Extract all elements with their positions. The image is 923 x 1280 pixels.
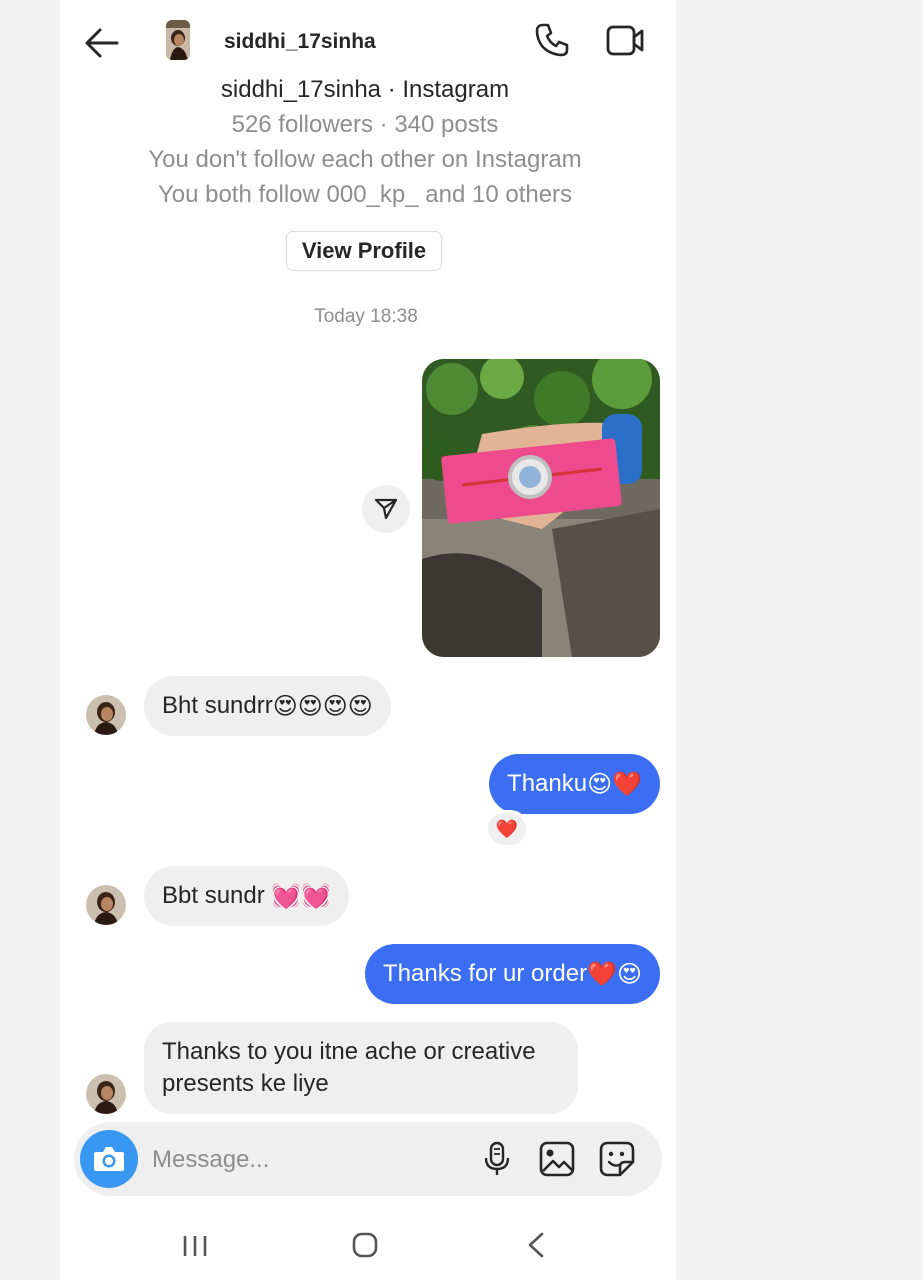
nav-back-icon[interactable] <box>524 1230 548 1260</box>
send-icon <box>374 498 398 520</box>
chat-header: siddhi_17sinha <box>60 0 676 80</box>
profile-stats: 526 followers · 340 posts <box>231 111 499 138</box>
sender-avatar[interactable] <box>86 885 126 925</box>
message-input[interactable] <box>150 1142 454 1178</box>
mutual-followers: You both follow 000_kp_ and 10 others <box>157 181 573 208</box>
follow-status: You don't follow each other on Instagram <box>148 146 582 173</box>
emoji-group: 😍😍😍😍 <box>272 692 373 720</box>
sender-avatar[interactable] <box>86 1074 126 1114</box>
view-profile-button[interactable]: View Profile <box>286 231 442 271</box>
message-bubble-outgoing[interactable]: Thanku😍❤️ <box>489 754 660 814</box>
microphone-icon[interactable] <box>480 1140 514 1178</box>
message-timestamp: Today 18:38 <box>314 306 418 327</box>
back-arrow-icon[interactable] <box>84 26 120 60</box>
emoji-group: 😍❤️ <box>587 770 642 798</box>
system-navigation-bar <box>60 1210 676 1280</box>
message-bubble-incoming[interactable]: Thanks to you itne ache or creative pres… <box>144 1022 578 1114</box>
avatar[interactable] <box>166 20 190 60</box>
message-text: Thanks for ur order <box>383 960 588 987</box>
emoji-group: 💓💓 <box>271 882 332 910</box>
shared-photo[interactable] <box>422 359 660 657</box>
header-username[interactable]: siddhi_17sinha <box>224 30 376 54</box>
message-bubble-outgoing[interactable]: Thanks for ur order❤️😍 <box>365 944 660 1004</box>
video-camera-icon[interactable] <box>605 23 645 59</box>
camera-icon <box>94 1147 124 1171</box>
share-button[interactable] <box>362 485 410 533</box>
recent-apps-icon[interactable] <box>180 1232 210 1260</box>
message-text: Bht sundrr <box>162 692 273 719</box>
message-bubble-incoming[interactable]: Bbt sundr 💓💓 <box>144 866 350 926</box>
message-text: Thanku <box>507 770 588 797</box>
message-composer <box>74 1122 662 1196</box>
message-text-line: presents ke liye <box>162 1070 329 1097</box>
emoji-group: ❤️😍 <box>587 960 642 988</box>
camera-button[interactable] <box>80 1130 138 1188</box>
profile-title: siddhi_17sinha · Instagram <box>220 76 510 103</box>
phone-icon[interactable] <box>534 22 570 58</box>
gallery-icon[interactable] <box>538 1140 576 1178</box>
message-text-line: Thanks to you itne ache or creative <box>162 1038 536 1065</box>
sender-avatar[interactable] <box>86 695 126 735</box>
chat-screen: siddhi_17sinha siddhi_17sinha · Instagra… <box>60 0 676 1280</box>
message-text: Bbt sundr <box>162 882 272 909</box>
heart-reaction[interactable]: ❤️ <box>485 810 529 848</box>
sticker-icon[interactable] <box>598 1140 636 1178</box>
home-icon[interactable] <box>350 1230 380 1260</box>
message-bubble-incoming[interactable]: Bht sundrr😍😍😍😍 <box>144 676 391 736</box>
